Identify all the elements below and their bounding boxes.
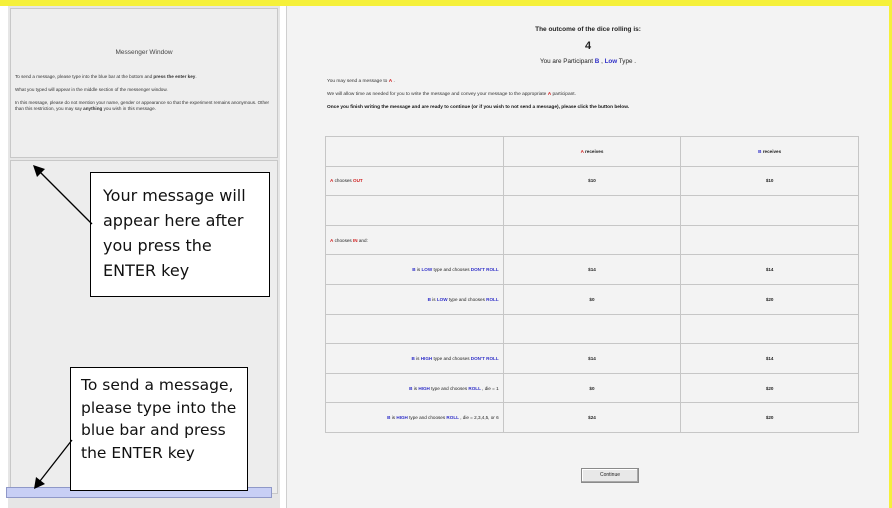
table-row: B is HIGH type and chooses ROLL , die = … — [325, 372, 859, 404]
row-condition-label: B is HIGH type and chooses DON'T ROLL — [325, 343, 504, 374]
b-payoff-cell — [680, 313, 859, 345]
a-payoff-cell — [502, 224, 682, 256]
callout-line: blue bar and press — [81, 421, 226, 439]
row-condition-label — [325, 313, 504, 345]
b-payoff-cell: $20 — [680, 372, 859, 404]
row-condition-label: B is HIGH type and chooses ROLL , die = … — [325, 372, 504, 404]
dice-outcome-value: 4 — [584, 40, 592, 52]
row-condition-label: B is HIGH type and chooses ROLL , die = … — [325, 402, 504, 433]
b-payoff-cell: $20 — [680, 283, 859, 315]
table-row: B is HIGH type and chooses DON'T ROLL $14… — [325, 343, 859, 374]
table-row — [325, 313, 859, 345]
instruction-line-2: We will allow time as needed for you to … — [327, 92, 576, 97]
table-row: B is LOW type and chooses DON'T ROLL $14 $… — [325, 254, 859, 285]
table-row — [325, 195, 859, 226]
row-condition-label: B is LOW type and chooses DON'T ROLL — [325, 254, 504, 285]
participant-info: You are Participant B , Low Type . — [540, 58, 636, 65]
instruction-line-1: You may send a message to A . — [327, 79, 395, 84]
outcome-title: The outcome of the dice rolling is: — [535, 26, 641, 33]
table-header-empty — [325, 136, 504, 167]
row-condition-label: B is LOW type and chooses ROLL — [325, 283, 504, 315]
callout-line: appear here after — [103, 211, 244, 230]
row-condition-label: A chooses OUT — [325, 165, 504, 197]
table-row: A chooses IN and: — [325, 224, 859, 256]
callout-line: the ENTER key — [81, 443, 195, 462]
main-panel: The outcome of the dice rolling is: 4 Yo… — [286, 6, 889, 508]
b-payoff-cell: $10 — [680, 165, 859, 197]
messenger-instruction-3: In this message, please do not mention y… — [15, 100, 270, 111]
a-payoff-cell — [502, 313, 682, 345]
b-payoff-cell — [680, 224, 859, 256]
continue-button[interactable]: Continue — [581, 468, 639, 483]
a-payoff-cell: $10 — [502, 165, 682, 197]
callout-message-display: Your message will appear here after you … — [90, 172, 270, 297]
a-payoff-cell: $14 — [502, 254, 682, 285]
b-payoff-cell — [680, 195, 859, 226]
b-payoff-cell: $14 — [680, 343, 859, 374]
row-condition-label: A chooses IN and: — [325, 224, 504, 256]
a-payoff-cell: $0 — [502, 372, 682, 404]
a-payoff-cell: $14 — [502, 343, 682, 374]
instruction-line-3: Once you finish writing the message and … — [327, 105, 630, 110]
table-header-row: A receives B receives — [325, 136, 859, 167]
messenger-title: Messenger Window — [115, 49, 173, 56]
table-row: B is LOW type and chooses ROLL $0 $20 — [325, 283, 859, 315]
messenger-instructions-panel: Messenger Window To send a message, plea… — [10, 8, 278, 158]
header-a-receives: A receives — [502, 136, 682, 167]
callout-message-input: To send a message, please type into the … — [70, 367, 248, 491]
table-row: A chooses OUT $10 $10 — [325, 165, 859, 197]
header-b-receives: B receives — [680, 136, 859, 167]
callout-line: To send a message, — [81, 376, 234, 394]
a-payoff-cell: $24 — [502, 402, 682, 433]
a-payoff-cell: $0 — [502, 283, 682, 315]
callout-line: you press the — [103, 236, 212, 255]
callout-line: Your message will — [103, 186, 246, 205]
a-payoff-cell — [502, 195, 682, 226]
b-payoff-cell: $14 — [680, 254, 859, 285]
callout-line: ENTER key — [103, 261, 190, 280]
payoff-table: A receives B receives A chooses OUT $10 $1… — [325, 136, 859, 433]
callout-line: please type into the — [81, 398, 237, 417]
table-row: B is HIGH type and chooses ROLL , die = … — [325, 402, 859, 433]
row-condition-label — [325, 195, 504, 226]
b-payoff-cell: $20 — [680, 402, 859, 433]
messenger-instruction-2: What you typed will appear in the middle… — [15, 87, 168, 92]
messenger-instruction-1: To send a message, please type into the … — [15, 74, 197, 79]
